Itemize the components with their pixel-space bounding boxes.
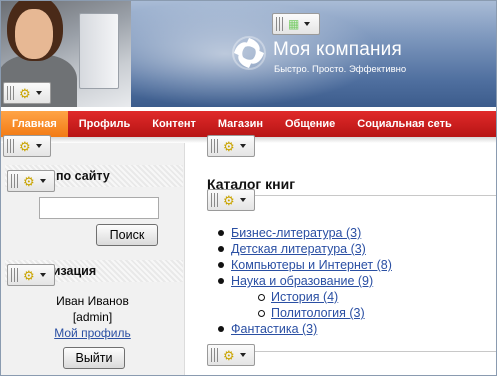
nav-item-content[interactable]: Контент (141, 111, 207, 137)
catalog-link[interactable]: Компьютеры и Интернет (8) (231, 258, 392, 272)
header-edit-button[interactable]: ▦ (272, 13, 320, 35)
gear-icon: ⚙ (223, 192, 235, 208)
bullet (218, 262, 224, 268)
grip-icon (211, 139, 220, 153)
chevron-down-icon (239, 353, 246, 357)
bullet (218, 326, 224, 332)
catalog-link[interactable]: Политология (3) (271, 306, 365, 320)
nav-item-social[interactable]: Социальная сеть (346, 111, 463, 137)
gear-icon: ⚙ (19, 138, 31, 154)
profile-link-wrap: Мой профиль (1, 326, 184, 340)
catalog-link[interactable]: История (4) (271, 290, 338, 304)
gear-icon: ⚙ (23, 173, 35, 189)
photo-monitor (79, 13, 119, 89)
profile-link[interactable]: Мой профиль (54, 326, 131, 340)
column-divider (184, 143, 185, 375)
site-header: Моя компания Быстро. Просто. Эффективно (1, 1, 496, 107)
list-item: Бизнес-литература (3) (218, 225, 392, 241)
catalog-link[interactable]: Бизнес-литература (3) (231, 226, 361, 240)
catalog-edit-button[interactable]: ⚙ (207, 189, 255, 211)
bullet (258, 310, 265, 317)
nav-item-shop[interactable]: Магазин (207, 111, 274, 137)
list-item: Компьютеры и Интернет (8) (218, 257, 392, 273)
chevron-down-icon (39, 273, 46, 277)
bullet (218, 278, 224, 284)
list-item: Наука и образование (9) (218, 273, 392, 289)
auth-edit-button[interactable]: ⚙ (7, 264, 55, 286)
list-item: Фантастика (3) (218, 321, 392, 337)
bullet (218, 230, 224, 236)
search-button[interactable]: Поиск (96, 224, 158, 246)
catalog-link[interactable]: Наука и образование (9) (231, 274, 373, 288)
brand-name[interactable]: Моя компания (273, 39, 402, 61)
chevron-down-icon (35, 91, 42, 95)
book-catalog: Бизнес-литература (3) Детская литература… (218, 225, 392, 337)
grip-icon (211, 193, 220, 207)
chevron-down-icon (239, 144, 246, 148)
bullet (258, 294, 265, 301)
grip-icon (276, 17, 285, 31)
main-top-edit-button[interactable]: ⚙ (207, 135, 255, 157)
brand-slogan: Быстро. Просто. Эффективно (274, 64, 407, 75)
grip-icon (211, 348, 220, 362)
photo-face (15, 9, 53, 59)
grip-icon (11, 174, 20, 188)
logout-button[interactable]: Выйти (63, 347, 125, 369)
grid-icon: ▦ (288, 17, 300, 31)
gear-icon: ⚙ (19, 85, 31, 101)
catalog-link[interactable]: Фантастика (3) (231, 322, 317, 336)
main-bottom-edit-button[interactable]: ⚙ (207, 344, 255, 366)
gear-icon: ⚙ (223, 138, 235, 154)
catalog-link[interactable]: Детская литература (3) (231, 242, 366, 256)
list-item: Детская литература (3) (218, 241, 392, 257)
user-login: [admin] (72, 310, 113, 324)
search-edit-button[interactable]: ⚙ (7, 170, 55, 192)
sidebar-edit-button[interactable]: ⚙ (3, 135, 51, 157)
chevron-down-icon (39, 179, 46, 183)
list-item: История (4) (258, 289, 392, 305)
grip-icon (11, 268, 20, 282)
chevron-down-icon (239, 198, 246, 202)
search-input[interactable] (39, 197, 159, 219)
nav-item-profile[interactable]: Профиль (68, 111, 141, 137)
bullet (218, 246, 224, 252)
main-nav: Главная Профиль Контент Магазин Общение … (1, 111, 496, 137)
page-frame: Моя компания Быстро. Просто. Эффективно … (0, 0, 497, 376)
grip-icon (7, 86, 16, 100)
user-name: Иван Иванов (56, 294, 129, 308)
grip-icon (7, 139, 16, 153)
nav-item-home[interactable]: Главная (1, 111, 68, 137)
photo-edit-button[interactable]: ⚙ (3, 82, 51, 104)
chevron-down-icon (304, 22, 311, 26)
nav-item-community[interactable]: Общение (274, 111, 346, 137)
chevron-down-icon (35, 144, 42, 148)
logo-icon (232, 36, 266, 70)
list-item: Политология (3) (258, 305, 392, 321)
gear-icon: ⚙ (223, 347, 235, 363)
gear-icon: ⚙ (23, 267, 35, 283)
